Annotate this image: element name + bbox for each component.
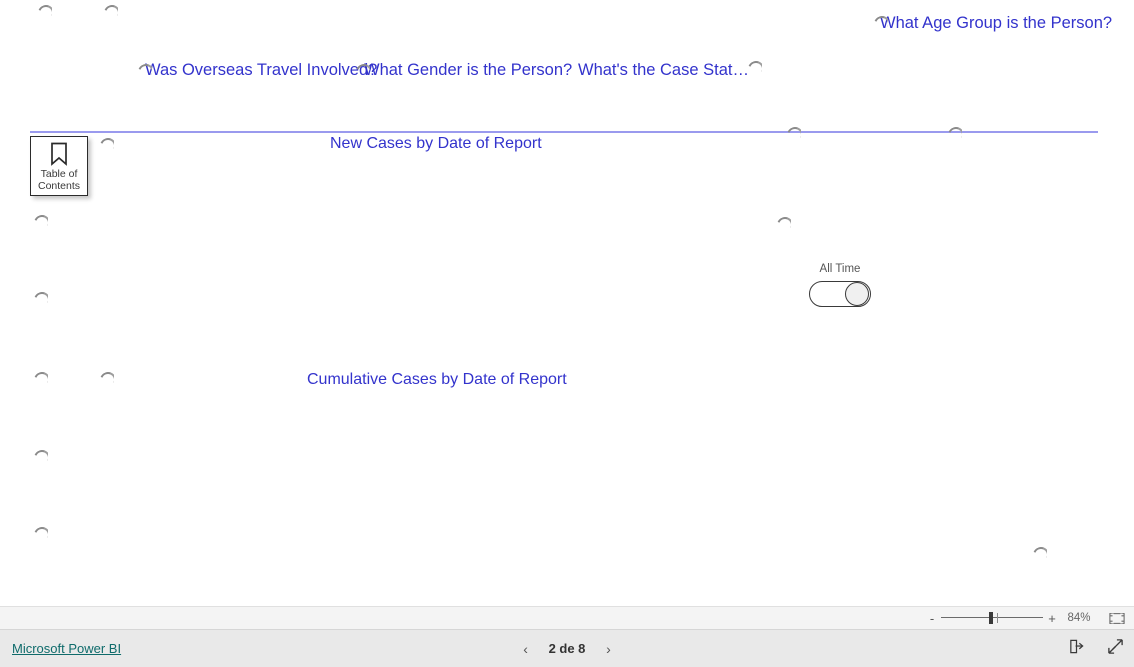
loading-spinner-icon [103,2,118,17]
fullscreen-icon[interactable] [1107,638,1124,660]
loading-spinner-icon [33,289,48,304]
visual-section-title: New Cases by Date of Report [330,135,542,152]
next-page-button[interactable]: › [601,641,615,657]
power-bi-embed-viewer: Was Overseas Travel Involved? What Gender… [0,0,1134,667]
zoom-level-value: 84% [1067,612,1091,624]
loading-spinner-icon [33,212,48,227]
nav-question-link[interactable]: What Gender is the Person? [364,60,572,80]
loading-spinner-icon [33,369,48,384]
page-indicator: 2 de 8 [548,641,586,656]
zoom-slider-tick [997,613,998,623]
visual-section-title: Cumulative Cases by Date of Report [307,371,567,388]
toc-label-line2: Contents [37,180,81,192]
all-time-filter: All Time [807,262,873,307]
bookmark-icon [48,142,70,166]
nav-question-link[interactable]: What Age Group is the Person? [880,13,1112,33]
page-navigation: ‹ 2 de 8 › [0,641,1134,657]
loading-spinner-icon [33,524,48,539]
share-icon[interactable] [1068,638,1085,660]
previous-page-button[interactable]: ‹ [519,641,533,657]
report-canvas[interactable]: Was Overseas Travel Involved? What Gender… [0,0,1134,606]
zoom-slider-thumb[interactable] [989,612,993,624]
table-of-contents-button[interactable]: Table of Contents [30,136,88,196]
loading-spinner-icon [1032,544,1047,559]
toggle-knob [845,282,869,306]
loading-spinner-icon [747,58,762,73]
all-time-toggle[interactable] [809,281,871,307]
all-time-label: All Time [819,263,861,275]
nav-question-link[interactable]: Was Overseas Travel Involved? [145,60,377,80]
loading-spinner-icon [99,369,114,384]
viewer-footer: Microsoft Power BI ‹ 2 de 8 › [0,630,1134,667]
zoom-in-button[interactable]: + [1046,612,1058,625]
toc-label-line1: Table of [40,168,78,180]
footer-actions [1068,638,1124,660]
loading-spinner-icon [776,214,791,229]
nav-separator-rule [30,131,1098,133]
zoom-slider[interactable] [941,611,1043,625]
loading-spinner-icon [33,447,48,462]
loading-spinner-icon [37,2,52,17]
loading-spinner-icon [99,135,114,150]
zoom-toolbar: - + 84% [0,606,1134,630]
zoom-out-button[interactable]: - [926,612,938,625]
nav-question-link[interactable]: What's the Case Stat… [578,60,749,80]
fit-to-page-icon[interactable] [1100,612,1134,625]
